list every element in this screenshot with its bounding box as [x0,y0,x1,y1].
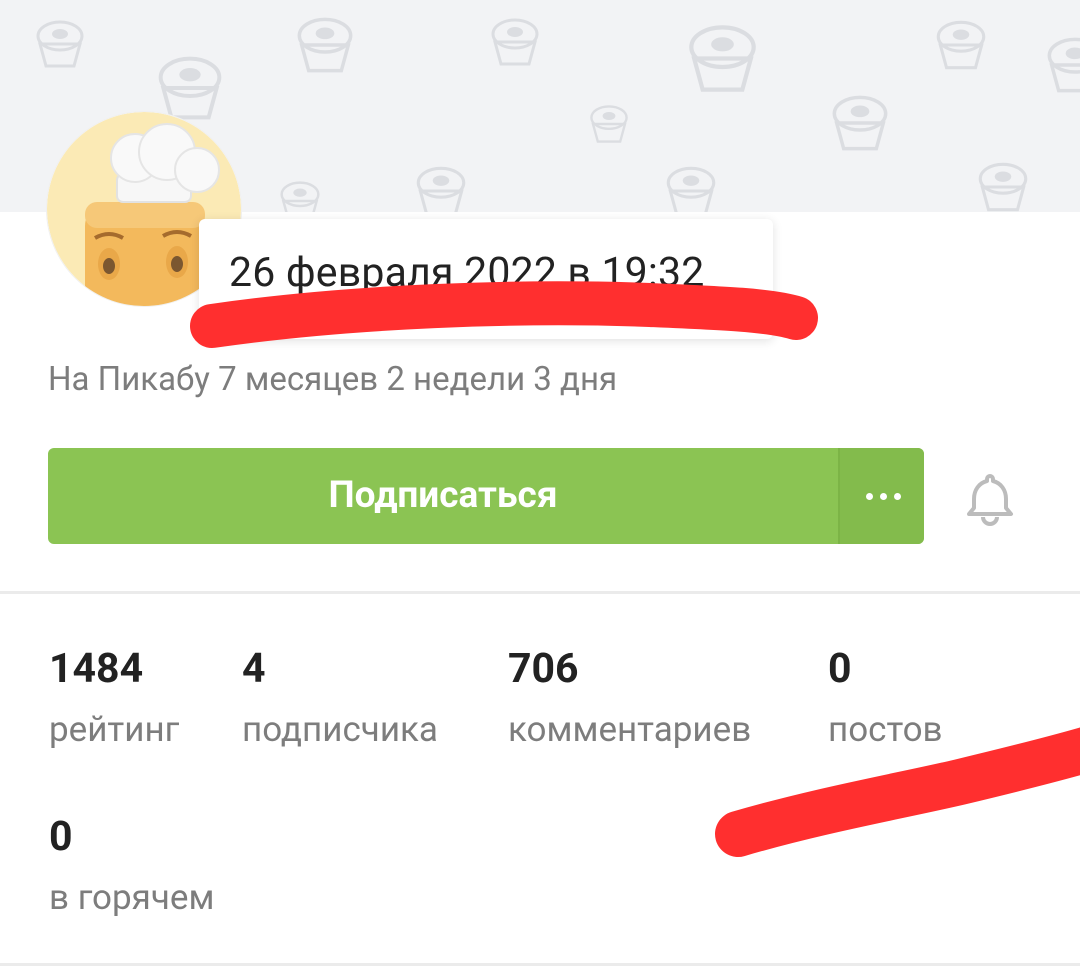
stat-comments-value[interactable]: 706 [508,645,579,693]
registration-date-text: 26 февраля 2022 в 19:32 [229,249,705,297]
cupcake-pattern-icon [491,18,539,66]
more-horizontal-icon [840,448,924,544]
section-divider [0,591,1080,594]
bell-icon[interactable] [962,470,1018,526]
annotation-stroke [715,727,1080,857]
member-since-text: На Пикабу 7 месяцев 2 недели 3 дня [48,360,618,399]
section-divider [0,963,1080,966]
stat-subscribers-value[interactable]: 4 [242,645,266,693]
stat-posts-value[interactable]: 0 [828,645,852,693]
stat-posts-label[interactable]: постов [828,709,943,750]
stat-subscribers-label[interactable]: подписчика [242,709,438,750]
stat-hot-value: 0 [49,813,73,861]
subscribe-button-group: Подписаться [48,448,924,544]
stat-hot-label: в горячем [49,877,215,918]
cupcake-pattern-icon [832,95,888,151]
cupcake-pattern-icon [416,166,466,212]
cupcake-pattern-icon [666,166,716,212]
cupcake-pattern-icon [689,25,756,92]
cupcake-pattern-icon [936,20,986,70]
stat-rating-label: рейтинг [49,709,180,750]
cupcake-pattern-icon [297,17,353,73]
cupcake-pattern-icon [978,162,1028,212]
subscribe-button[interactable]: Подписаться [48,448,838,544]
stat-rating-value: 1484 [49,645,144,693]
cupcake-pattern-icon [1047,37,1080,93]
cupcake-pattern-icon [280,181,320,212]
cupcake-pattern-icon [36,20,84,68]
cupcake-pattern-icon [590,105,628,143]
stat-comments-label[interactable]: комментариев [508,709,751,750]
more-options-button[interactable] [838,448,924,544]
